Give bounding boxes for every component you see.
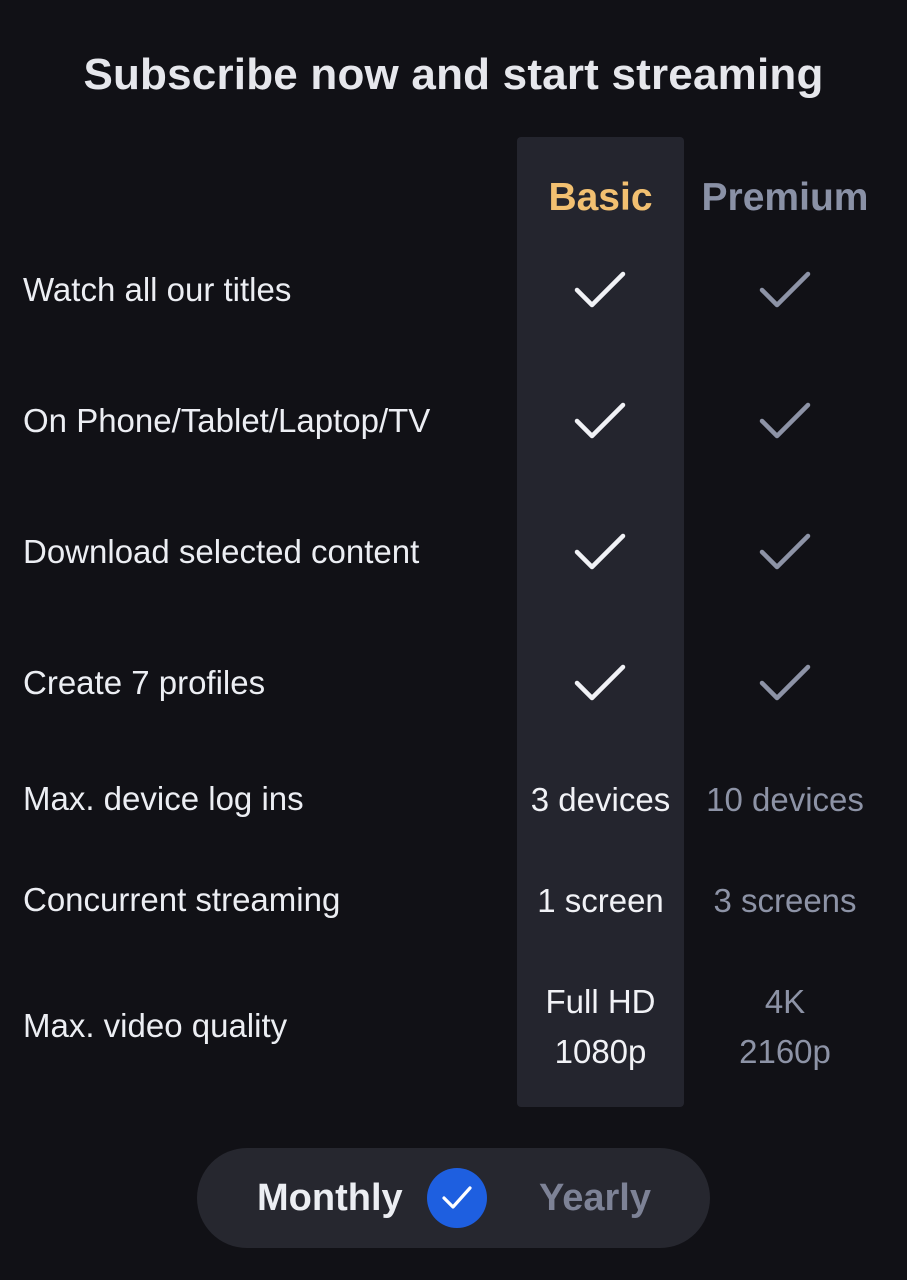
premium-value-line2: 2160p bbox=[739, 1033, 831, 1070]
premium-value-line1: 4K bbox=[764, 983, 806, 1020]
feature-label: Watch all our titles bbox=[23, 271, 292, 308]
feature-label: Concurrent streaming bbox=[23, 881, 341, 918]
basic-value-line1: Full HD bbox=[545, 983, 656, 1020]
plan-header-premium: Premium bbox=[701, 176, 869, 219]
basic-value: 3 devices bbox=[530, 781, 671, 818]
checkmark-icon bbox=[756, 397, 816, 447]
check-circle-icon bbox=[427, 1168, 487, 1228]
page-title: Subscribe now and start streaming bbox=[83, 50, 824, 99]
checkmark-icon bbox=[571, 528, 631, 578]
feature-label: Max. video quality bbox=[23, 1007, 288, 1044]
checkmark-icon bbox=[756, 528, 816, 578]
monthly-option[interactable]: Monthly bbox=[257, 1148, 403, 1248]
checkmark-icon bbox=[571, 266, 631, 316]
feature-label: On Phone/Tablet/Laptop/TV bbox=[23, 402, 431, 439]
checkmark-icon bbox=[756, 266, 816, 316]
billing-period-toggle[interactable]: Monthly Yearly bbox=[197, 1148, 710, 1248]
basic-value: 1 screen bbox=[537, 882, 664, 919]
checkmark-icon bbox=[571, 659, 631, 709]
feature-label: Download selected content bbox=[23, 533, 420, 570]
yearly-option[interactable]: Yearly bbox=[539, 1148, 651, 1248]
premium-value: 10 devices bbox=[706, 781, 864, 818]
premium-value: 3 screens bbox=[713, 882, 857, 919]
feature-label: Max. device log ins bbox=[23, 780, 304, 817]
plan-header-basic: Basic bbox=[548, 176, 653, 219]
checkmark-icon bbox=[756, 659, 816, 709]
checkmark-icon bbox=[571, 397, 631, 447]
basic-value-line2: 1080p bbox=[554, 1033, 647, 1070]
feature-label: Create 7 profiles bbox=[23, 664, 266, 701]
